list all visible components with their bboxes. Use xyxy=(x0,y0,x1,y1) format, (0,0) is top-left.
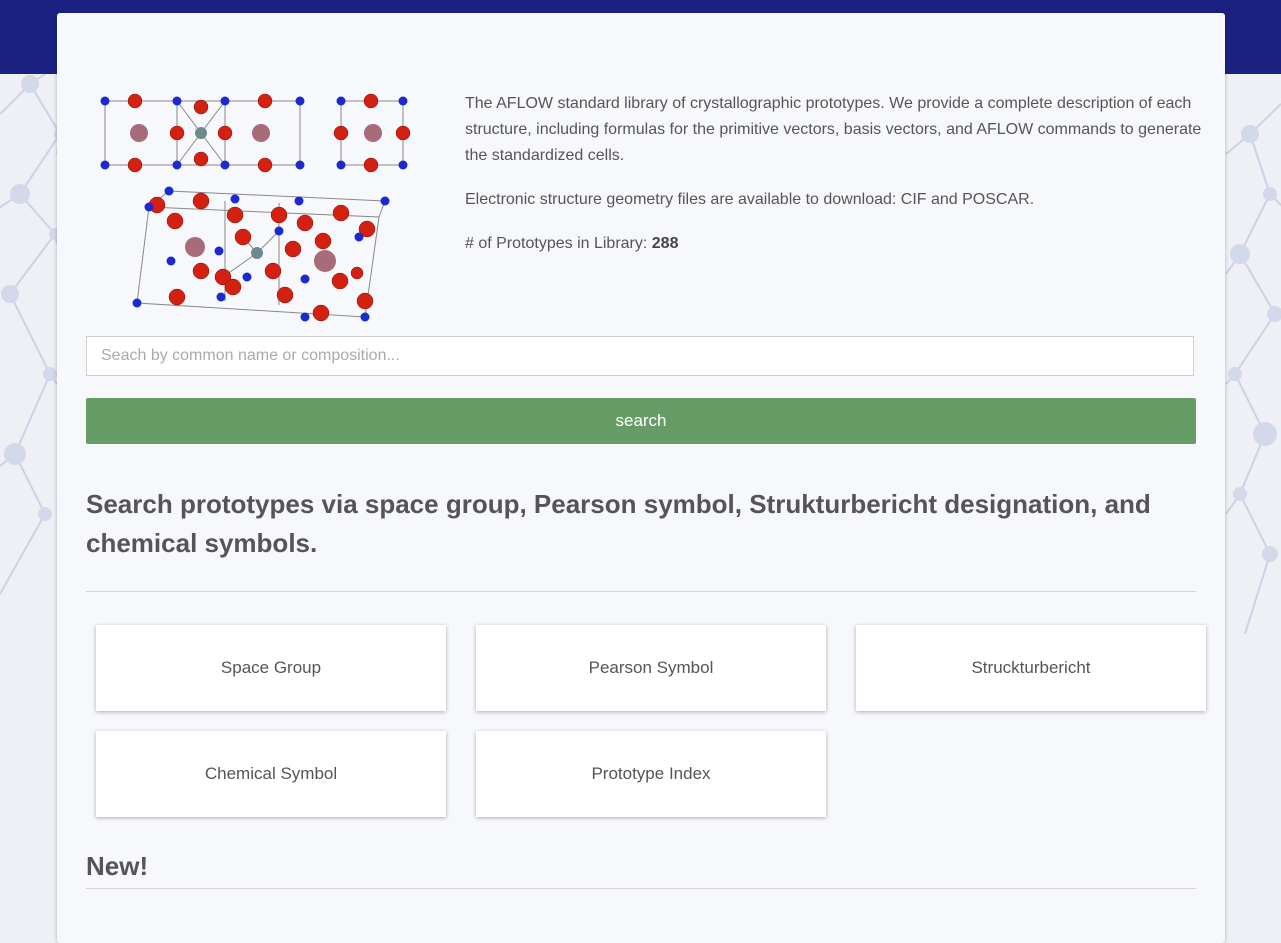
tile-chemical-symbol[interactable]: Chemical Symbol xyxy=(96,731,446,817)
intro-text: The AFLOW standard library of crystallog… xyxy=(465,91,1205,275)
tile-strukturbericht[interactable]: Struckturbericht xyxy=(856,625,1206,711)
tile-prototype-index[interactable]: Prototype Index xyxy=(476,731,826,817)
main-card: The AFLOW standard library of crystallog… xyxy=(57,13,1225,943)
new-heading: New! xyxy=(86,851,149,881)
prototype-count-label: # of Prototypes in Library: xyxy=(465,235,652,252)
crystal-structure-image xyxy=(100,93,411,322)
library-description: The AFLOW standard library of crystallog… xyxy=(465,95,1202,164)
prototype-count-value: 288 xyxy=(651,235,679,252)
section-divider xyxy=(86,591,1196,592)
tile-space-group[interactable]: Space Group xyxy=(96,625,446,711)
search-button[interactable]: search xyxy=(86,398,1196,444)
section-heading: Search prototypes via space group, Pears… xyxy=(86,489,1151,558)
geometry-files-note: Electronic structure geometry files are … xyxy=(465,191,1035,208)
prototype-count: # of Prototypes in Library: 288 xyxy=(465,231,1205,257)
new-divider xyxy=(86,888,1196,889)
tile-pearson-symbol[interactable]: Pearson Symbol xyxy=(476,625,826,711)
search-input[interactable] xyxy=(86,336,1194,376)
